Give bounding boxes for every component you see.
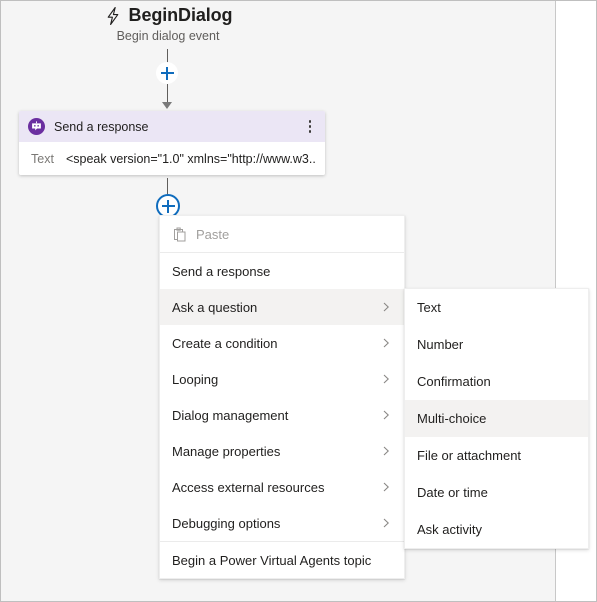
node-card-header: Send a response xyxy=(19,111,325,142)
dialog-authoring-canvas-screen: BeginDialog Begin dialog event Send a re… xyxy=(0,0,597,602)
node-field-label: Text xyxy=(31,151,54,166)
menu-item-label: Access external resources xyxy=(172,479,325,495)
bot-message-icon xyxy=(28,118,45,135)
submenu-item-ask-activity[interactable]: Ask activity xyxy=(405,511,588,548)
menu-item-label: Paste xyxy=(196,226,230,242)
menu-item-looping[interactable]: Looping xyxy=(160,361,404,397)
chevron-right-icon xyxy=(380,409,392,421)
menu-item-access-external-resources[interactable]: Access external resources xyxy=(160,469,404,505)
submenu-item-label: Multi-choice xyxy=(417,411,487,426)
menu-item-label: Debugging options xyxy=(172,515,281,531)
node-card-title: Send a response xyxy=(54,119,149,134)
menu-item-ask-a-question[interactable]: Ask a question xyxy=(160,289,404,325)
menu-item-label: Begin a Power Virtual Agents topic xyxy=(172,552,372,568)
menu-item-label: Looping xyxy=(172,371,219,387)
node-card-send-a-response[interactable]: Send a response Text <speak version="1.0… xyxy=(19,111,325,175)
trigger-subtitle: Begin dialog event xyxy=(116,29,220,43)
menu-item-label: Manage properties xyxy=(172,443,281,459)
more-vertical-icon[interactable] xyxy=(301,116,319,138)
chevron-right-icon xyxy=(380,373,392,385)
trigger-title: BeginDialog xyxy=(128,5,233,25)
chevron-right-icon xyxy=(380,337,392,349)
menu-item-paste: Paste xyxy=(160,216,404,252)
plus-icon xyxy=(161,199,175,213)
submenu-item-label: Date or time xyxy=(417,485,488,500)
connector-arrow-to-card xyxy=(162,102,172,109)
chevron-right-icon xyxy=(380,517,392,529)
chevron-right-icon xyxy=(380,301,392,313)
submenu-item-label: Number xyxy=(417,337,464,352)
submenu-item-label: Ask activity xyxy=(417,522,483,537)
paste-icon xyxy=(172,227,187,242)
node-card-body: Text <speak version="1.0" xmlns="http://… xyxy=(19,142,325,175)
add-node-button-top[interactable] xyxy=(156,62,178,84)
menu-item-dialog-management[interactable]: Dialog management xyxy=(160,397,404,433)
menu-item-label: Create a condition xyxy=(172,335,278,351)
menu-item-label: Ask a question xyxy=(172,299,258,315)
menu-item-begin-a-power-virtual-agents-topic[interactable]: Begin a Power Virtual Agents topic xyxy=(160,542,404,578)
submenu-item-text[interactable]: Text xyxy=(405,289,588,326)
ask-a-question-submenu[interactable]: Text Number Confirmation Multi-choice File o… xyxy=(404,288,589,549)
menu-item-create-a-condition[interactable]: Create a condition xyxy=(160,325,404,361)
chevron-right-icon xyxy=(380,481,392,493)
submenu-item-number[interactable]: Number xyxy=(405,326,588,363)
add-node-context-menu[interactable]: Paste Send a response Ask a question Create… xyxy=(159,215,405,579)
submenu-item-label: Confirmation xyxy=(417,374,491,389)
plus-icon xyxy=(160,66,174,80)
menu-item-send-a-response[interactable]: Send a response xyxy=(160,253,404,289)
menu-item-label: Send a response xyxy=(172,263,271,279)
node-field-value[interactable]: <speak version="1.0" xmlns="http://www.w… xyxy=(66,152,315,166)
submenu-item-confirmation[interactable]: Confirmation xyxy=(405,363,588,400)
submenu-item-label: Text xyxy=(417,300,441,315)
menu-item-label: Dialog management xyxy=(172,407,289,423)
chevron-right-icon xyxy=(380,445,392,457)
lightning-bolt-icon xyxy=(104,6,122,26)
menu-item-manage-properties[interactable]: Manage properties xyxy=(160,433,404,469)
submenu-item-multi-choice[interactable]: Multi-choice xyxy=(405,400,588,437)
submenu-item-file-or-attachment[interactable]: File or attachment xyxy=(405,437,588,474)
submenu-item-label: File or attachment xyxy=(417,448,522,463)
connector-line-to-card xyxy=(167,84,168,104)
menu-item-debugging-options[interactable]: Debugging options xyxy=(160,505,404,541)
submenu-item-date-or-time[interactable]: Date or time xyxy=(405,474,588,511)
trigger-title-row: BeginDialog xyxy=(1,5,335,26)
